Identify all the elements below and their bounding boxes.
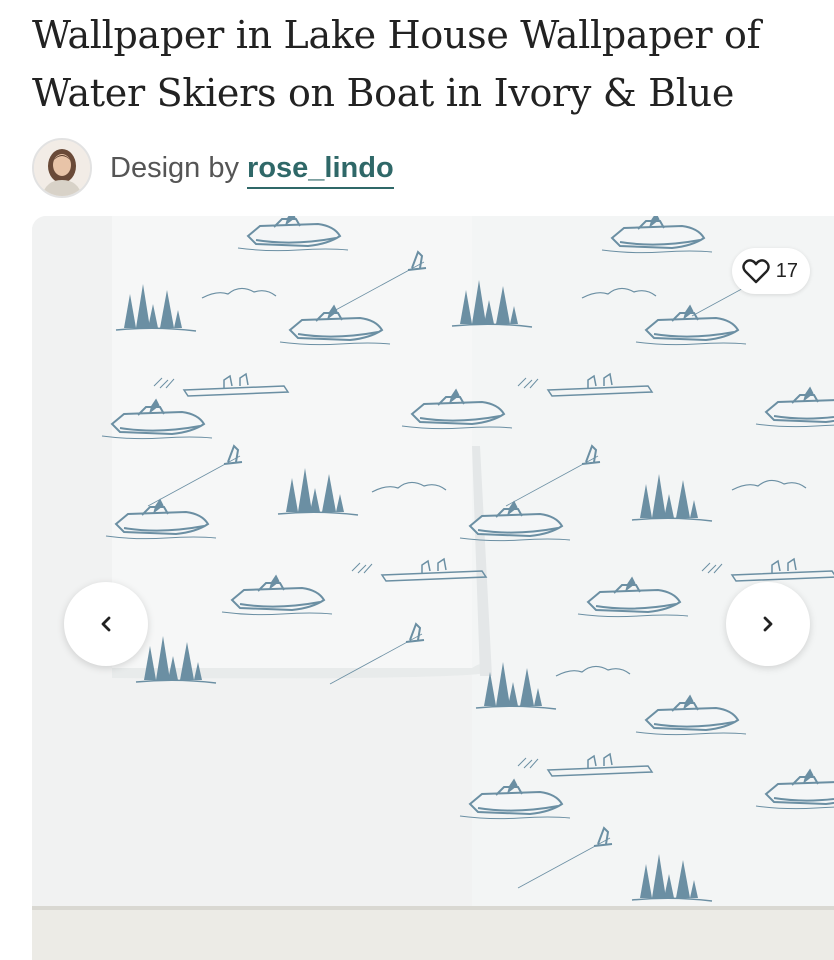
heart-outline-icon xyxy=(742,259,770,284)
favorite-count: 17 xyxy=(775,259,798,282)
designer-link[interactable]: rose_lindo xyxy=(247,151,394,189)
designer-avatar[interactable] xyxy=(32,138,92,198)
previous-image-button[interactable] xyxy=(64,582,148,666)
chevron-right-icon xyxy=(763,616,773,632)
product-image-gallery[interactable]: 17 xyxy=(32,216,834,960)
designer-prefix: Design by xyxy=(110,151,239,184)
favorite-button[interactable]: 17 xyxy=(731,248,810,294)
product-title: Wallpaper in Lake House Wallpaper of Wat… xyxy=(32,13,761,115)
product-image xyxy=(32,216,834,960)
designer-row: Design by rose_lindo xyxy=(32,136,394,200)
designer-credit: Design by rose_lindo xyxy=(110,151,394,189)
chevron-left-icon xyxy=(101,616,111,632)
next-image-button[interactable] xyxy=(726,582,810,666)
